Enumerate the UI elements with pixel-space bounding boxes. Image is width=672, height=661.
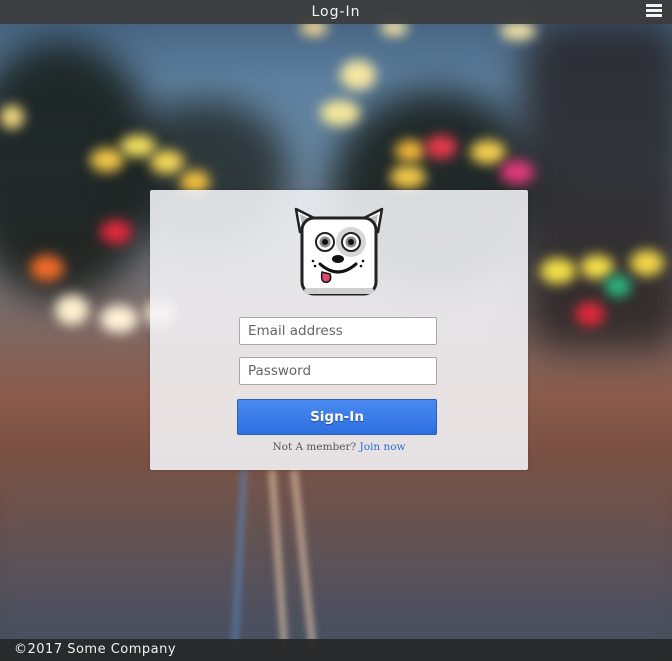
background-light [150,150,184,174]
background-light [55,295,89,325]
background-light [100,305,138,333]
background-light [395,140,425,162]
background-light [320,100,360,126]
member-prompt-text: Not A member? [272,441,357,453]
email-field[interactable] [239,317,437,345]
background-light [630,250,664,276]
sign-in-button[interactable]: Sign-In [237,399,437,435]
page-title: Log-In [311,4,361,20]
background-light [100,220,132,244]
background-light [120,135,156,157]
background-light [30,255,64,281]
join-prompt: Not A member? Join now [150,441,528,453]
footer-bar: ©2017 Some Company [0,639,672,661]
join-now-link[interactable]: Join now [359,441,405,453]
background-light [90,148,124,172]
background-road [0,470,672,661]
login-card: Sign-In Not A member? Join now [150,190,528,470]
background-light [575,302,605,326]
background-light [470,140,506,164]
hamburger-menu-icon[interactable] [646,4,662,20]
background-light [605,275,631,297]
background-building-right [520,20,672,350]
background-light [390,165,426,189]
background-light [0,105,24,129]
background-light [500,160,534,184]
background-light [500,22,536,40]
password-field[interactable] [239,357,437,385]
top-bar: Log-In [0,0,672,24]
dog-mascot-logo [294,206,384,298]
copyright-text: ©2017 Some Company [14,642,177,657]
background-light [540,258,576,284]
background-light [580,255,614,279]
background-light [425,135,457,159]
background-light [340,60,376,90]
